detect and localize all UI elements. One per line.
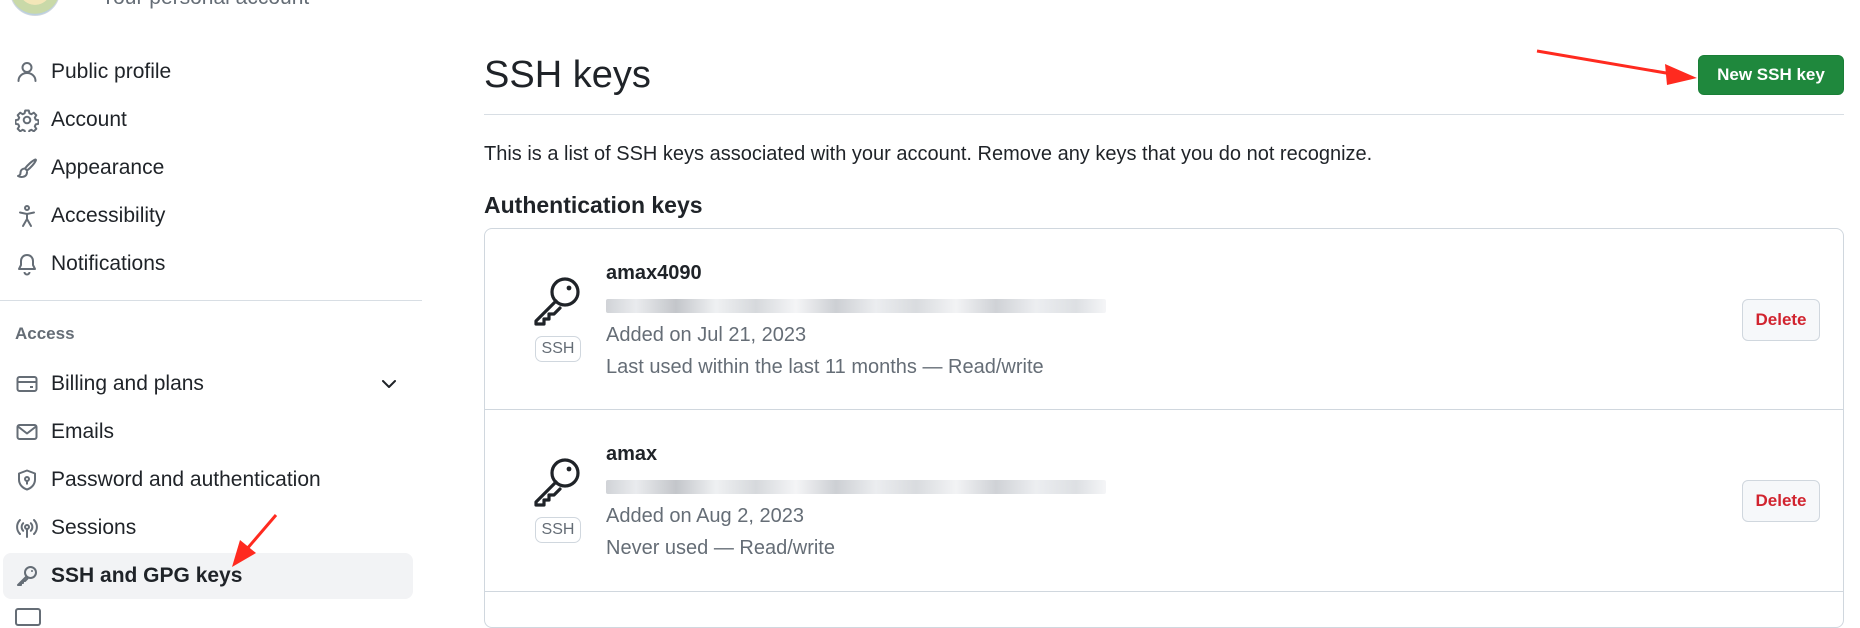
bell-icon bbox=[15, 252, 39, 276]
sidebar-item-label: Emails bbox=[51, 420, 115, 443]
sidebar-item-label: Accessibility bbox=[51, 204, 166, 227]
section-heading: Authentication keys bbox=[484, 192, 703, 218]
key-usage: Last used within the last 11 months — Re… bbox=[606, 356, 1044, 378]
accessibility-icon bbox=[15, 204, 39, 228]
shield-lock-icon bbox=[15, 468, 39, 492]
key-fingerprint-redacted bbox=[606, 480, 1106, 494]
key-added-date: Added on Jul 21, 2023 bbox=[606, 324, 807, 346]
annotation-arrow-new-key bbox=[1536, 49, 1697, 85]
sidebar-item-account[interactable]: Account bbox=[3, 97, 413, 143]
ssh-type-badge: SSH bbox=[535, 517, 581, 543]
person-icon bbox=[15, 60, 39, 84]
sidebar-item-appearance[interactable]: Appearance bbox=[3, 145, 413, 191]
key-icon bbox=[532, 274, 584, 326]
ssh-type-badge: SSH bbox=[535, 336, 581, 362]
sidebar-item-label: Appearance bbox=[51, 156, 165, 179]
key-icon bbox=[15, 564, 39, 588]
page-description: This is a list of SSH keys associated wi… bbox=[484, 143, 1373, 165]
sidebar-item-label: Password and authentication bbox=[51, 468, 321, 491]
sidebar-item-label: Account bbox=[51, 108, 127, 131]
broadcast-icon bbox=[15, 516, 39, 540]
partial-nav-icon bbox=[15, 608, 41, 626]
sidebar-item-label: SSH and GPG keys bbox=[51, 564, 243, 587]
row-divider bbox=[485, 591, 1843, 592]
title-divider bbox=[484, 114, 1844, 115]
sidebar-item-public-profile[interactable]: Public profile bbox=[3, 49, 413, 95]
key-fingerprint-redacted bbox=[606, 299, 1106, 313]
sidebar-section-heading: Access bbox=[15, 324, 75, 343]
credit-card-icon bbox=[15, 372, 39, 396]
gear-icon bbox=[15, 108, 39, 132]
sidebar-item-label: Billing and plans bbox=[51, 372, 204, 395]
key-added-date: Added on Aug 2, 2023 bbox=[606, 505, 804, 527]
chevron-down-icon[interactable] bbox=[379, 374, 399, 394]
sidebar-item-label: Sessions bbox=[51, 516, 137, 539]
key-title: amax4090 bbox=[606, 262, 702, 284]
key-title: amax bbox=[606, 443, 658, 465]
delete-key-button[interactable]: Delete bbox=[1742, 480, 1820, 522]
sidebar-item-password-authentication[interactable]: Password and authentication bbox=[3, 457, 413, 503]
sidebar-item-label: Notifications bbox=[51, 252, 166, 275]
key-usage: Never used — Read/write bbox=[606, 537, 835, 559]
ssh-keys-list: SSH amax4090 Added on Jul 21, 2023 Last … bbox=[484, 228, 1844, 628]
page-title: SSH keys bbox=[484, 54, 651, 96]
sidebar-item-ssh-gpg-keys[interactable]: SSH and GPG keys bbox=[3, 553, 413, 599]
sidebar-divider bbox=[0, 300, 422, 301]
sidebar-item-notifications[interactable]: Notifications bbox=[3, 241, 413, 287]
delete-key-button[interactable]: Delete bbox=[1742, 299, 1820, 341]
key-icon bbox=[532, 455, 584, 507]
mail-icon bbox=[15, 420, 39, 444]
sidebar-item-sessions[interactable]: Sessions bbox=[3, 505, 413, 551]
new-ssh-key-button[interactable]: New SSH key bbox=[1698, 55, 1844, 95]
sidebar-item-emails[interactable]: Emails bbox=[3, 409, 413, 455]
ssh-key-row: SSH amax4090 Added on Jul 21, 2023 Last … bbox=[485, 229, 1843, 409]
paintbrush-icon bbox=[15, 156, 39, 180]
settings-sidebar: Public profile Account Appearance Access… bbox=[0, 0, 422, 626]
sidebar-item-label: Public profile bbox=[51, 60, 172, 83]
ssh-key-row: SSH amax Added on Aug 2, 2023 Never used… bbox=[485, 410, 1843, 590]
sidebar-item-accessibility[interactable]: Accessibility bbox=[3, 193, 413, 239]
sidebar-item-billing[interactable]: Billing and plans bbox=[3, 361, 413, 407]
